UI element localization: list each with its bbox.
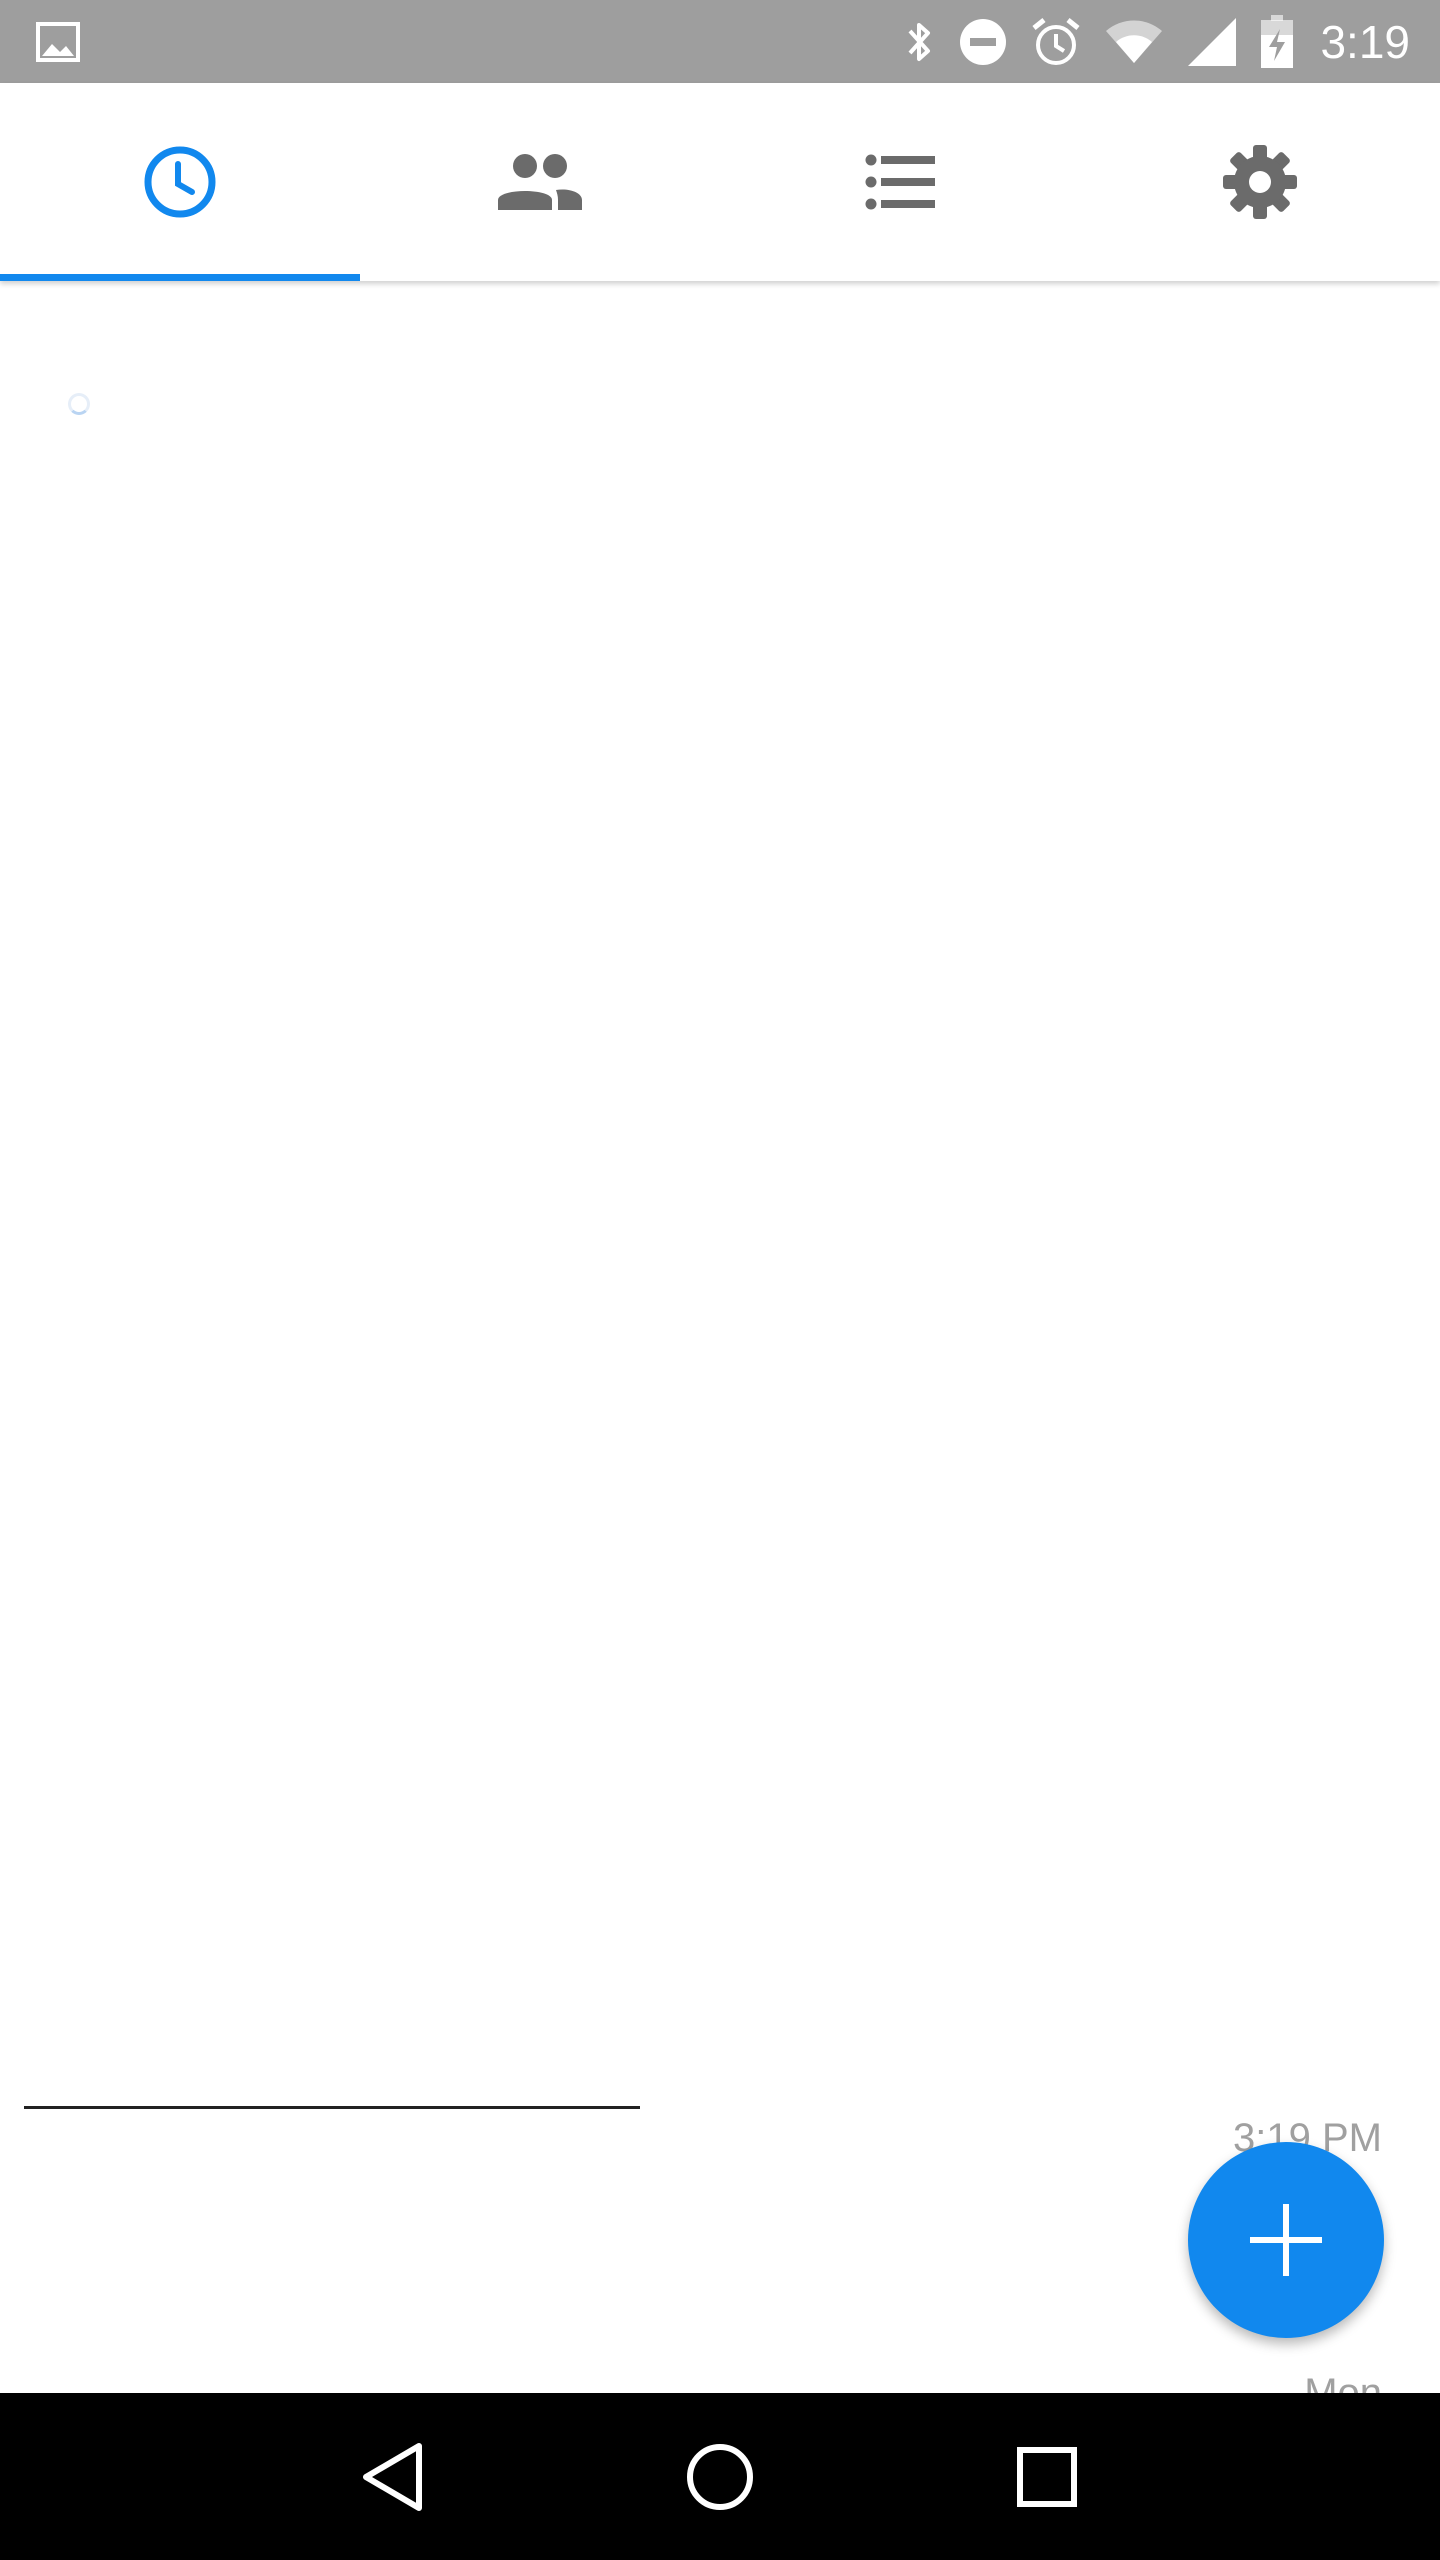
home-icon: [686, 2443, 753, 2510]
gear-icon: [1223, 145, 1297, 219]
back-icon: [363, 2442, 423, 2511]
list-icon: [865, 154, 935, 210]
home-button[interactable]: [660, 2417, 780, 2537]
bluetooth-icon: [908, 22, 931, 61]
screen: 3:19 3:19 PM: [0, 0, 1440, 2560]
active-tab-indicator: [0, 274, 360, 281]
tab-contacts[interactable]: [360, 83, 720, 281]
add-button[interactable]: [1188, 2142, 1384, 2338]
recents-button[interactable]: [987, 2417, 1107, 2537]
status-right: 3:19: [880, 14, 1410, 69]
status-bar: 3:19: [0, 0, 1440, 83]
plus-icon: [1250, 2204, 1322, 2276]
signal-icon: [1188, 17, 1237, 66]
alarm-icon: [1032, 17, 1081, 65]
tab-settings[interactable]: [1080, 83, 1440, 281]
status-time: 3:19: [1320, 15, 1410, 68]
tab-list[interactable]: [720, 83, 1080, 281]
clock-icon: [144, 146, 216, 218]
content-area: 3:19 PM Mon: [0, 281, 1440, 2415]
status-left: [36, 21, 80, 62]
people-icon: [498, 154, 582, 210]
do-not-disturb-icon: [960, 18, 1007, 65]
divider: [24, 2106, 640, 2109]
tab-recent[interactable]: [0, 83, 360, 281]
image-icon: [36, 21, 80, 62]
tab-bar: [0, 83, 1440, 281]
loading-spinner: [68, 393, 90, 415]
battery-charging-icon: [1261, 14, 1294, 68]
wifi-icon: [1106, 20, 1163, 63]
back-button[interactable]: [333, 2417, 453, 2537]
navigation-bar: [0, 2393, 1440, 2560]
recents-icon: [1016, 2446, 1077, 2507]
